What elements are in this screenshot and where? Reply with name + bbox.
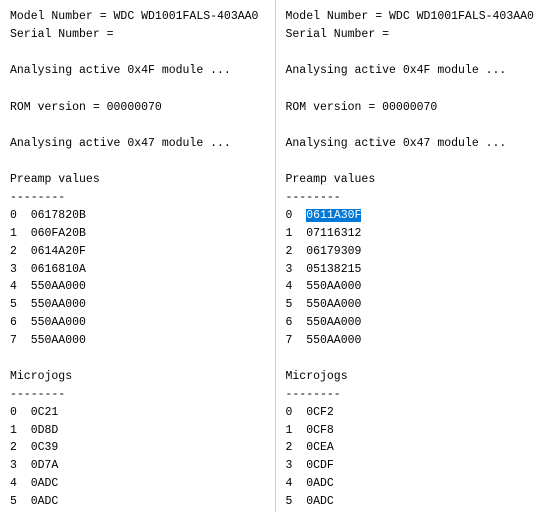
line: Model Number = WDC WD1001FALS-403AA0	[10, 8, 265, 26]
line	[10, 350, 265, 369]
line: Analysing active 0x4F module ...	[286, 62, 541, 80]
line: --------	[286, 386, 541, 404]
line: 7 550AA000	[10, 332, 265, 350]
line: 5 550AA000	[286, 296, 541, 314]
line: 5 0ADC	[10, 493, 265, 511]
line: --------	[10, 386, 265, 404]
line: 4 550AA000	[10, 278, 265, 296]
line: 5 0ADC	[286, 493, 541, 511]
line	[10, 44, 265, 63]
line: 6 550AA000	[286, 314, 541, 332]
line: Preamp values	[10, 171, 265, 189]
line	[286, 116, 541, 135]
line: 3 0D7A	[10, 457, 265, 475]
line: 2 0C39	[10, 439, 265, 457]
line: Analysing active 0x47 module ...	[286, 135, 541, 153]
line: 3 0616810A	[10, 261, 265, 279]
line: 3 05138215	[286, 261, 541, 279]
line: 2 06179309	[286, 243, 541, 261]
line	[286, 350, 541, 369]
line: 5 550AA000	[10, 296, 265, 314]
line: 4 550AA000	[286, 278, 541, 296]
line: ROM version = 00000070	[286, 99, 541, 117]
line: 1 060FA20B	[10, 225, 265, 243]
line: ROM version = 00000070	[10, 99, 265, 117]
line: 4 0ADC	[286, 475, 541, 493]
line: 1 0CF8	[286, 422, 541, 440]
line: 1 07116312	[286, 225, 541, 243]
line: Microjogs	[286, 368, 541, 386]
line	[286, 44, 541, 63]
line: 7 550AA000	[286, 332, 541, 350]
line: Microjogs	[10, 368, 265, 386]
line: 3 0CDF	[286, 457, 541, 475]
line: Serial Number =	[10, 26, 265, 44]
line: Model Number = WDC WD1001FALS-403AA0	[286, 8, 541, 26]
line	[286, 153, 541, 172]
panel-left: Model Number = WDC WD1001FALS-403AA0Seri…	[0, 0, 276, 512]
line: 0 0CF2	[286, 404, 541, 422]
line: 0 0611A30F	[286, 207, 541, 225]
line: 0 0C21	[10, 404, 265, 422]
line: 1 0D8D	[10, 422, 265, 440]
line: 2 0CEA	[286, 439, 541, 457]
main-container: Model Number = WDC WD1001FALS-403AA0Seri…	[0, 0, 550, 512]
line: Serial Number =	[286, 26, 541, 44]
line: 2 0614A20F	[10, 243, 265, 261]
line: --------	[286, 189, 541, 207]
line: 6 550AA000	[10, 314, 265, 332]
line: 0 0617820B	[10, 207, 265, 225]
line	[10, 153, 265, 172]
line: --------	[10, 189, 265, 207]
line	[286, 80, 541, 99]
line: Analysing active 0x4F module ...	[10, 62, 265, 80]
line: Analysing active 0x47 module ...	[10, 135, 265, 153]
line	[10, 80, 265, 99]
line	[10, 116, 265, 135]
line: Preamp values	[286, 171, 541, 189]
panel-right: Model Number = WDC WD1001FALS-403AA0Seri…	[276, 0, 550, 512]
line: 4 0ADC	[10, 475, 265, 493]
